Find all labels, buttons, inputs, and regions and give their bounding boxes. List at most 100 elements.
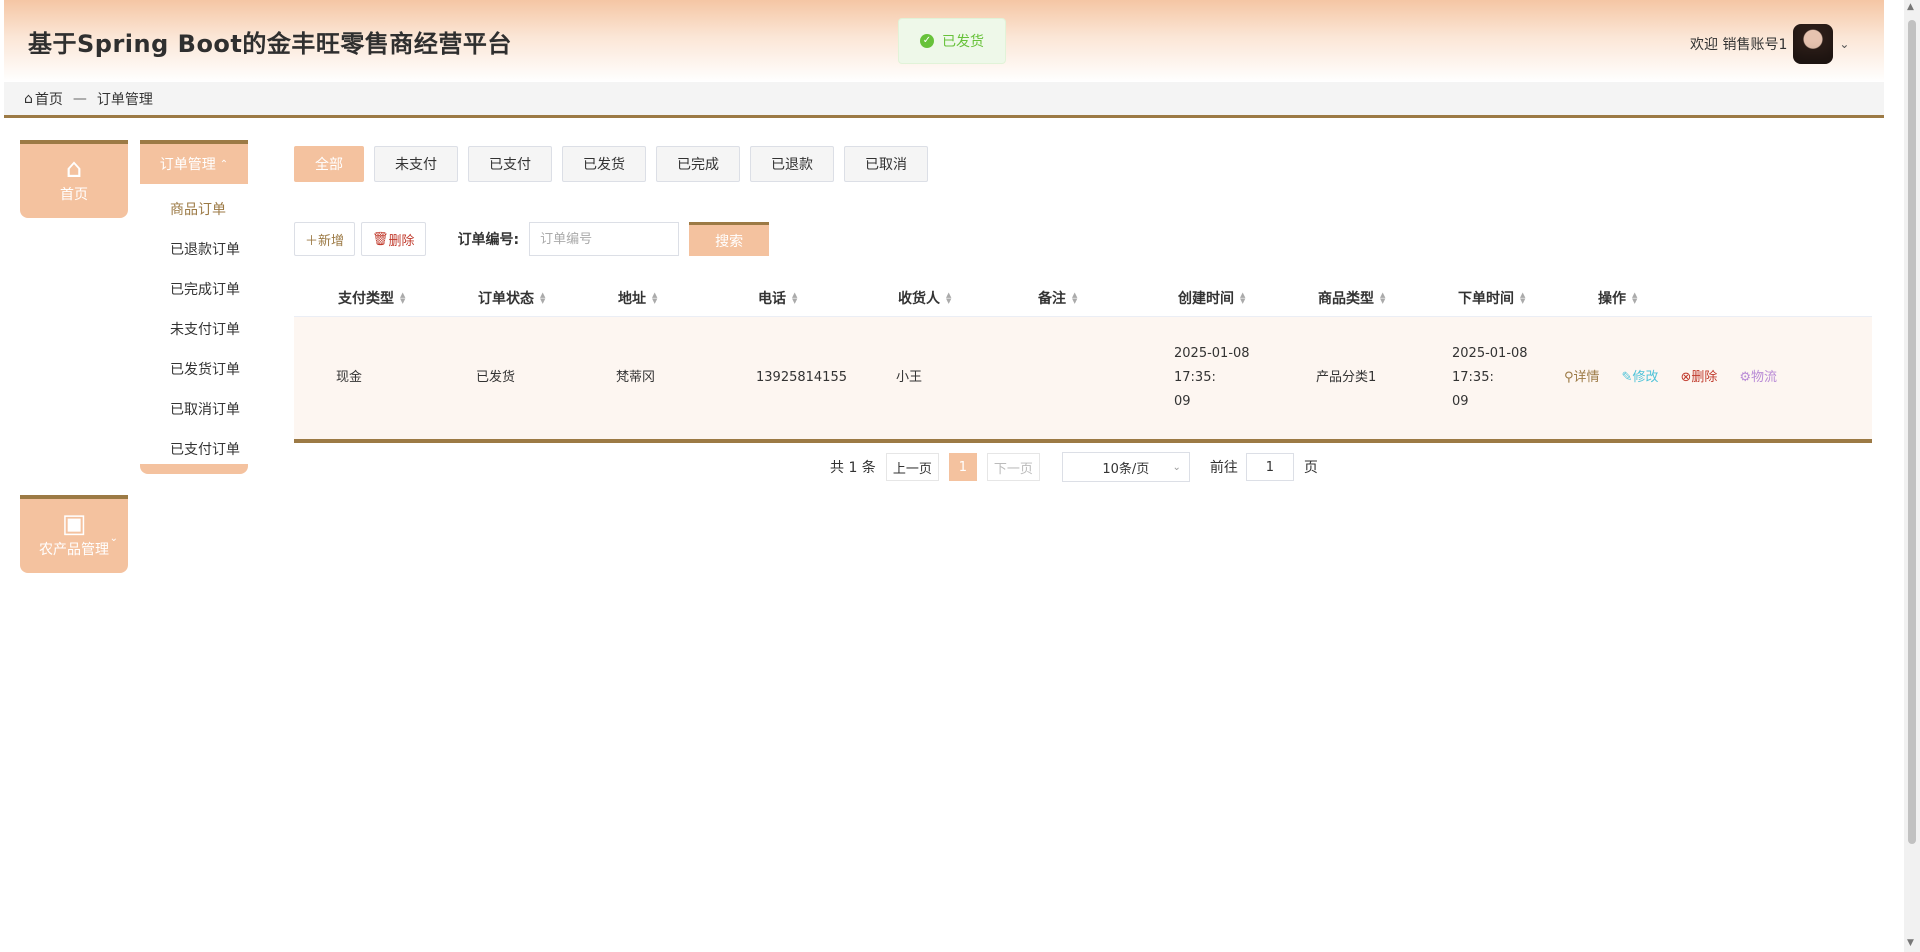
nav-tile-agri[interactable]: ▣ 农产品管理 ⌄ <box>20 495 128 573</box>
status-tabs: 全部 未支付 已支付 已发货 已完成 已退款 已取消 <box>294 146 928 182</box>
col-receiver[interactable]: 收货人 ▲ ▼ <box>854 288 994 308</box>
chevron-down-icon: ⌄ <box>1172 461 1181 473</box>
cell-address: 梵蒂冈 <box>616 370 656 385</box>
order-submenu: 商品订单 已退款订单 已完成订单 未支付订单 已发货订单 已取消订单 已支付订单 <box>140 190 248 470</box>
cell-status: 已发货 <box>476 370 516 385</box>
breadcrumb-home[interactable]: 首页 <box>35 89 63 109</box>
submenu-item-completed[interactable]: 已完成订单 <box>140 270 248 310</box>
breadcrumb: ⌂ 首页 — 订单管理 <box>4 82 1884 118</box>
logistics-button[interactable]: ⚙物流 <box>1739 366 1777 390</box>
sort-icon[interactable]: ▲ ▼ <box>1072 292 1077 305</box>
chevron-down-icon: ⌄ <box>109 533 118 544</box>
col-pay-type[interactable]: 支付类型 ▲ ▼ <box>294 288 434 308</box>
scroll-down-icon[interactable]: ▼ <box>1907 938 1914 948</box>
nav-order-management[interactable]: 订单管理 ⌃ <box>140 140 248 184</box>
sort-icon[interactable]: ▲ ▼ <box>1520 292 1525 305</box>
scroll-up-icon[interactable]: ▲ <box>1907 2 1914 12</box>
prev-page-button[interactable]: 上一页 <box>885 453 939 481</box>
col-category[interactable]: 商品类型 ▲ ▼ <box>1274 288 1414 308</box>
home-icon: ⌂ <box>24 90 33 107</box>
sort-icon[interactable]: ▲ ▼ <box>400 292 405 305</box>
pagination: 共 1 条 上一页 1 下一页 10条/页 ⌄ 前往 1 页 <box>830 452 1318 482</box>
col-remark[interactable]: 备注 ▲ ▼ <box>994 288 1134 308</box>
sort-icon[interactable]: ▲ ▼ <box>540 292 545 305</box>
sort-icon[interactable]: ▲ ▼ <box>1632 292 1637 305</box>
col-ordered[interactable]: 下单时间 ▲ ▼ <box>1414 288 1554 308</box>
sort-icon[interactable]: ▲ ▼ <box>1240 292 1245 305</box>
orders-table: 支付类型 ▲ ▼ 订单状态 ▲ ▼ 地址 ▲ ▼ 电话 ▲ ▼ 收货人 ▲ ▼ 备注 ▲ ▼ 创建时间 ▲… <box>294 280 1872 443</box>
chevron-up-icon: ⌃ <box>219 158 229 170</box>
chevron-down-icon[interactable]: ⌄ <box>1839 37 1849 51</box>
edit-button[interactable]: ✎修改 <box>1622 366 1659 390</box>
nav-tile-home[interactable]: ⌂ 首页 <box>20 140 128 218</box>
submenu-footer <box>140 464 248 474</box>
add-label: 新增 <box>318 233 345 249</box>
col-created[interactable]: 创建时间 ▲ ▼ <box>1134 288 1274 308</box>
search-icon: ⚲ <box>1564 370 1574 385</box>
edit-icon: ✎ <box>1621 370 1633 385</box>
nav-home-label: 首页 <box>60 187 88 203</box>
success-toast: ✓ 已发货 <box>898 18 1006 64</box>
toast-text: 已发货 <box>942 34 984 50</box>
home-icon: ⌂ <box>65 154 83 184</box>
tab-unpaid[interactable]: 未支付 <box>374 146 458 182</box>
page-unit: 页 <box>1303 460 1318 476</box>
cell-phone: 13925814155 <box>756 370 847 385</box>
delete-button[interactable]: 🗑 删除 <box>361 222 426 256</box>
cell-actions: ⚲详情 ✎修改 ⊗删除 ⚙物流 <box>1554 366 1777 390</box>
next-page-button[interactable]: 下一页 <box>986 453 1040 481</box>
trash-icon: 🗑 <box>372 231 389 247</box>
scroll-thumb[interactable] <box>1908 20 1916 844</box>
sort-icon[interactable]: ▲ ▼ <box>946 292 951 305</box>
submenu-item-product-order[interactable]: 商品订单 <box>140 190 248 230</box>
delete-row-button[interactable]: ⊗删除 <box>1680 366 1717 390</box>
order-no-label: 订单编号: <box>457 232 520 248</box>
search-button[interactable]: 搜索 <box>689 222 770 256</box>
app-title: 基于Spring Boot的金丰旺零售商经营平台 <box>28 30 512 58</box>
detail-button[interactable]: ⚲详情 <box>1564 366 1600 390</box>
avatar[interactable] <box>1793 24 1834 64</box>
tab-shipped[interactable]: 已发货 <box>562 146 646 182</box>
page-size-value: 10条/页 <box>1102 461 1150 477</box>
tab-paid[interactable]: 已支付 <box>468 146 552 182</box>
sort-icon[interactable]: ▲ ▼ <box>1380 292 1385 305</box>
tab-refunded[interactable]: 已退款 <box>750 146 834 182</box>
page-scrollbar[interactable]: ▲ ▼ <box>1904 0 1920 952</box>
tab-cancelled[interactable]: 已取消 <box>844 146 928 182</box>
submenu-item-unpaid[interactable]: 未支付订单 <box>140 310 248 350</box>
cell-receiver: 小王 <box>896 370 923 385</box>
plus-icon: ＋ <box>305 233 319 249</box>
goto-label: 前往 <box>1209 460 1238 476</box>
submenu-item-refunded[interactable]: 已退款订单 <box>140 230 248 270</box>
col-phone[interactable]: 电话 ▲ ▼ <box>714 288 854 308</box>
breadcrumb-separator: — <box>72 90 87 107</box>
user-menu[interactable]: 欢迎 销售账号1 ⌄ <box>1690 24 1849 64</box>
breadcrumb-current: 订单管理 <box>96 91 153 108</box>
sort-icon[interactable]: ▲ ▼ <box>652 292 657 305</box>
col-status[interactable]: 订单状态 ▲ ▼ <box>434 288 574 308</box>
gear-icon: ⚙ <box>1739 370 1752 385</box>
page-size-select[interactable]: 10条/页 ⌄ <box>1061 452 1190 482</box>
total-count: 共 1 条 <box>830 460 876 476</box>
col-address[interactable]: 地址 ▲ ▼ <box>574 288 714 308</box>
nav-agri-label: 农产品管理 <box>39 542 109 558</box>
submenu-item-cancelled[interactable]: 已取消订单 <box>140 390 248 430</box>
cell-created: 2025-01-08 17:35: 09 <box>1134 342 1274 414</box>
add-button[interactable]: ＋ 新增 <box>294 222 356 256</box>
col-actions[interactable]: 操作 ▲ ▼ <box>1554 288 1637 308</box>
tab-completed[interactable]: 已完成 <box>656 146 740 182</box>
welcome-text: 欢迎 销售账号1 <box>1690 37 1788 53</box>
goto-page-input[interactable]: 1 <box>1245 453 1294 481</box>
ordered-line1: 2025-01-08 17:35: <box>1452 346 1528 385</box>
cell-category: 产品分类1 <box>1316 370 1377 385</box>
sort-icon[interactable]: ▲ ▼ <box>792 292 797 305</box>
order-no-input[interactable] <box>529 222 680 256</box>
toolbar: ＋ 新增 🗑 删除 订单编号: 搜索 <box>294 222 770 256</box>
table-row[interactable]: 现金 已发货 梵蒂冈 13925814155 小王 2025-01-08 17:… <box>294 317 1872 443</box>
submenu-item-shipped[interactable]: 已发货订单 <box>140 350 248 390</box>
table-header: 支付类型 ▲ ▼ 订单状态 ▲ ▼ 地址 ▲ ▼ 电话 ▲ ▼ 收货人 ▲ ▼ 备注 ▲ ▼ 创建时间 ▲… <box>294 280 1872 317</box>
nav-order-label: 订单管理 <box>159 157 216 173</box>
current-page[interactable]: 1 <box>948 453 977 481</box>
ordered-line2: 09 <box>1452 394 1469 409</box>
tab-all[interactable]: 全部 <box>294 146 364 182</box>
